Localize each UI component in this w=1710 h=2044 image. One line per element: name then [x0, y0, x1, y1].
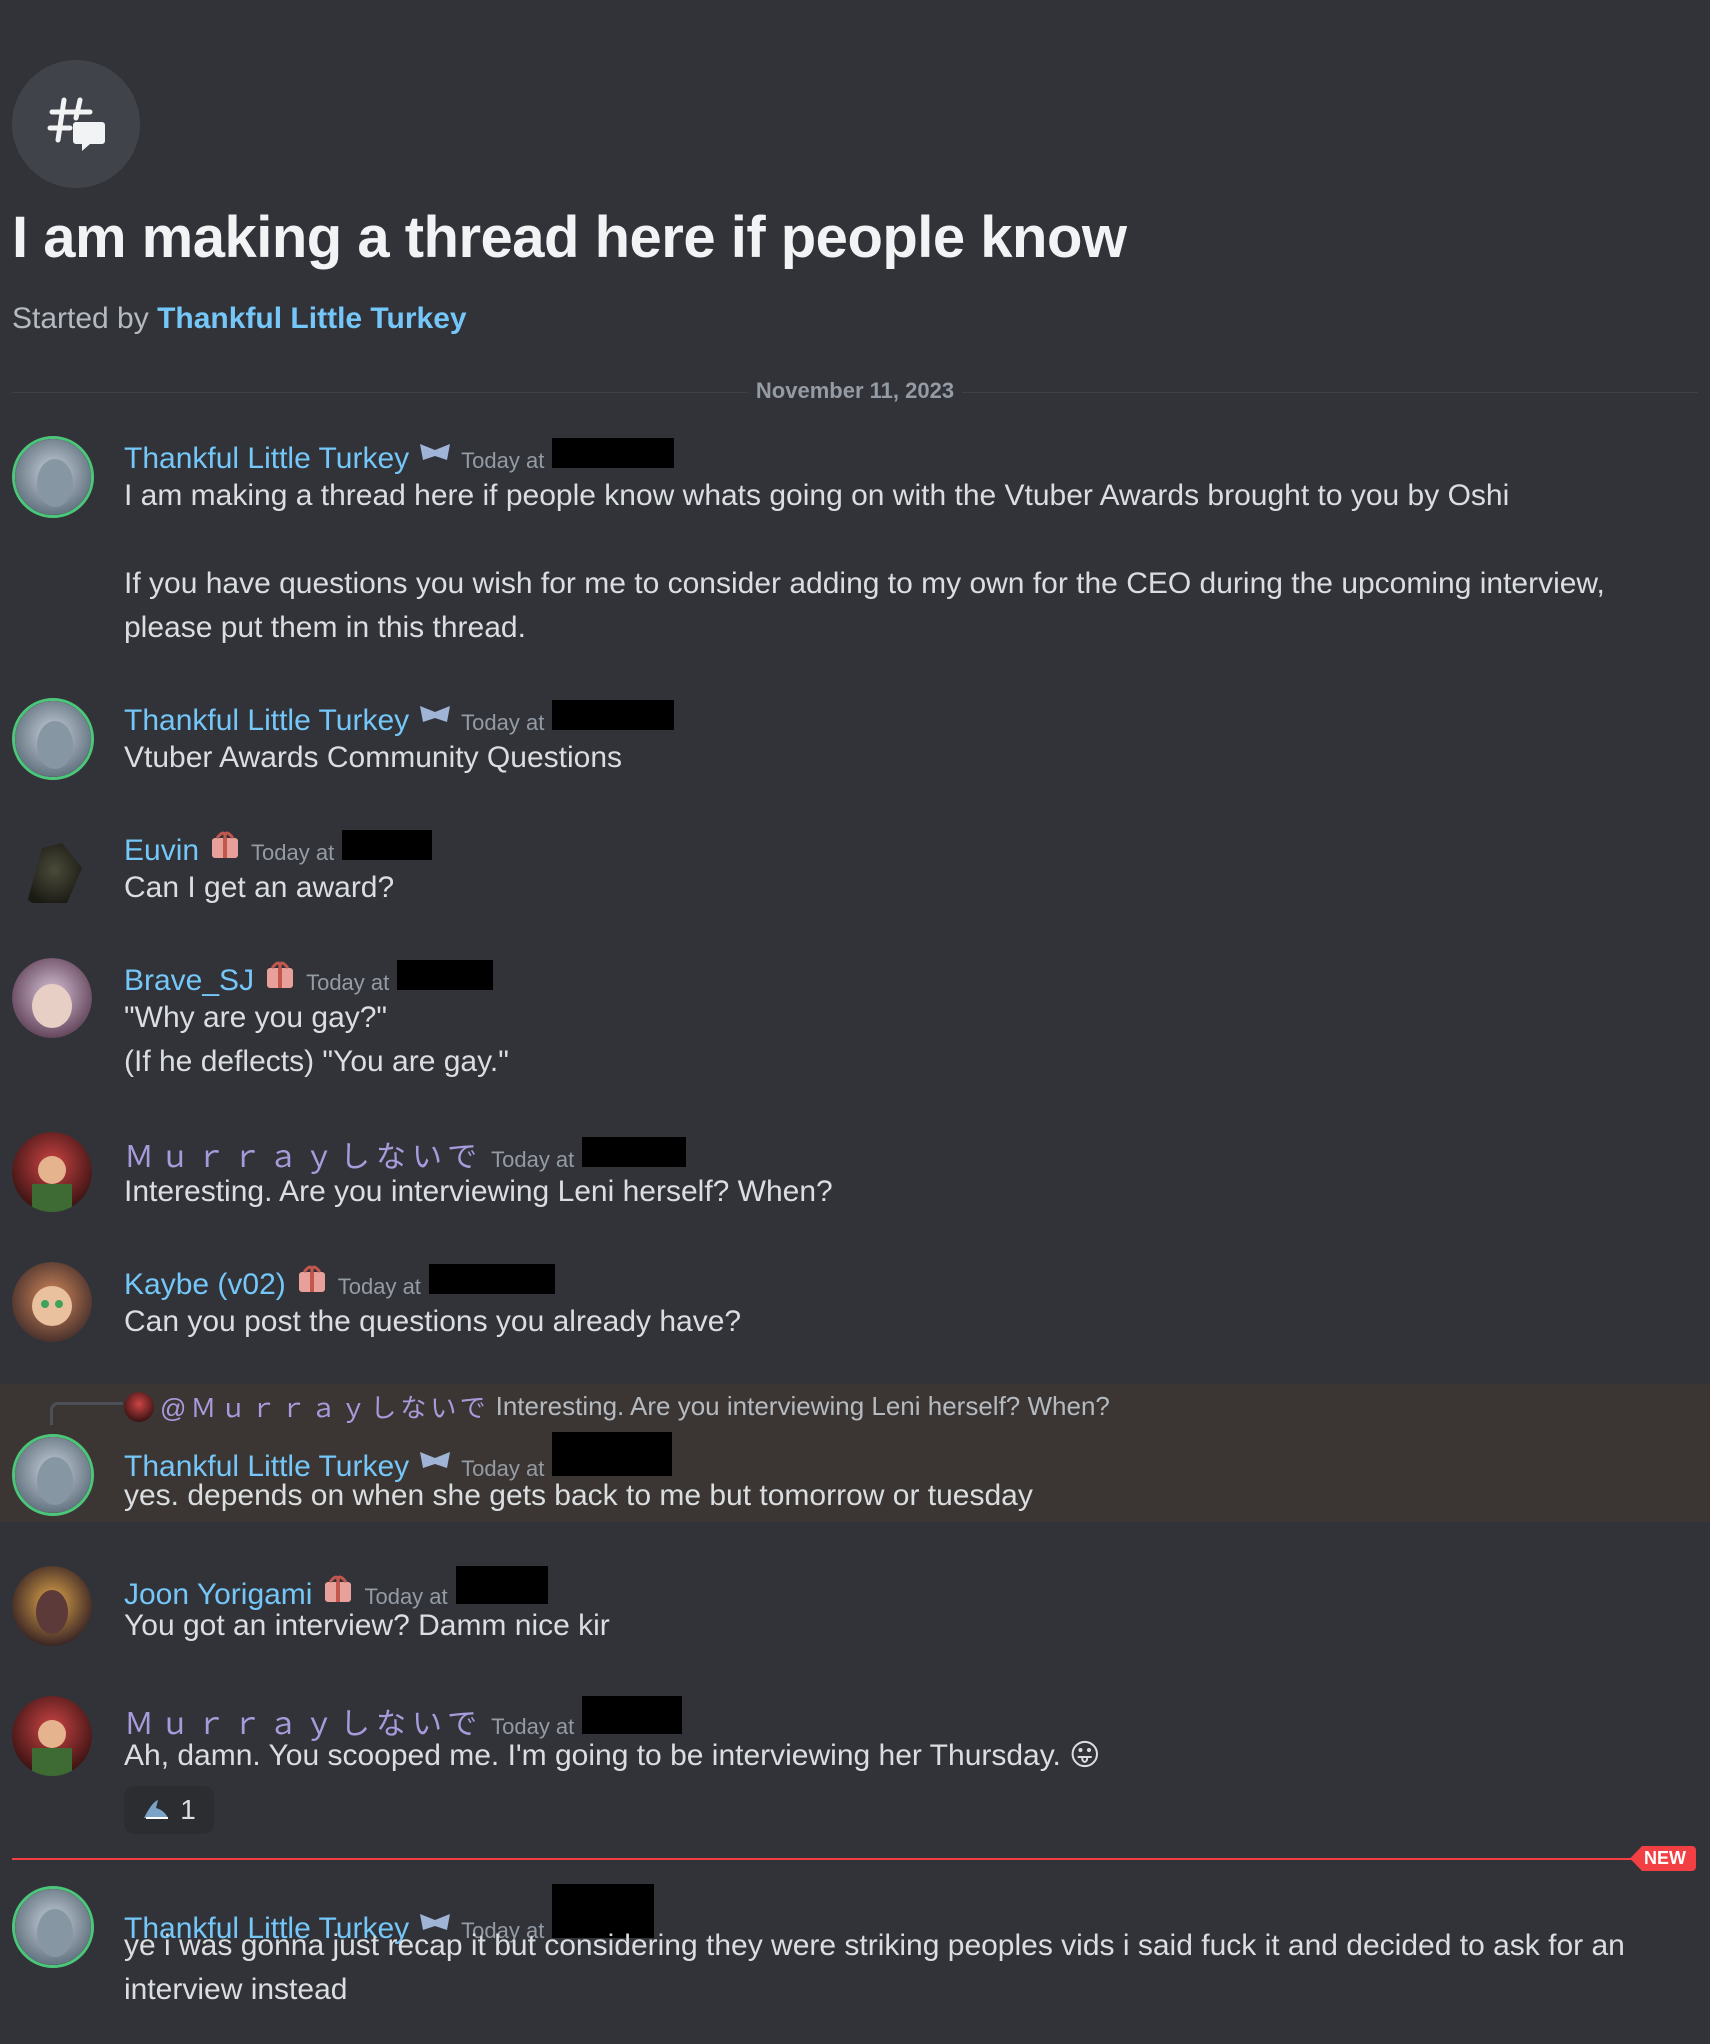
date-divider: November 11, 2023: [0, 378, 1710, 404]
gift-badge-icon: [325, 1575, 352, 1602]
message: Kaybe (v02) Today at Can you post the qu…: [0, 1254, 1710, 1354]
message-line: [124, 518, 1650, 562]
avatar[interactable]: [12, 1262, 92, 1342]
redacted-time: [455, 1566, 548, 1604]
message-line: "Why are you gay?": [124, 1001, 388, 1034]
message-line: Can I get an award?: [124, 871, 395, 904]
thread-title: I am making a thread here if people know: [12, 205, 1127, 270]
started-by-author[interactable]: Thankful Little Turkey: [157, 302, 466, 335]
mask-badge-icon: [420, 1452, 451, 1468]
message-line: I am making a thread here if people know…: [124, 479, 1510, 512]
message-line: If you have questions you wish for me to…: [124, 567, 1605, 644]
reply-reference[interactable]: @Ｍｕｒｒａｙしないで Interesting. Are you intervi…: [124, 1388, 1110, 1425]
username[interactable]: Thankful Little Turkey: [124, 704, 409, 738]
avatar[interactable]: [12, 1132, 92, 1212]
message-highlighted: @Ｍｕｒｒａｙしないで Interesting. Are you intervi…: [0, 1384, 1710, 1522]
thread-started-by: Started by Thankful Little Turkey: [12, 302, 467, 336]
mask-badge-icon: [420, 706, 451, 722]
message-line: Interesting. Are you interviewing Leni h…: [124, 1175, 833, 1208]
timestamp: Today at: [306, 970, 390, 995]
started-by-label: Started by: [12, 302, 149, 335]
avatar[interactable]: [12, 1434, 94, 1516]
timestamp: Today at: [337, 1274, 421, 1299]
message: Ｍｕｒｒａｙしないで Today at Interesting. Are you…: [0, 1124, 1710, 1224]
message-body: You got an interview? Damm nice kir: [124, 1604, 1650, 1648]
reaction-button[interactable]: 1: [124, 1786, 214, 1834]
redacted-time: [552, 438, 675, 468]
avatar[interactable]: [12, 698, 94, 780]
redacted-time: [582, 1696, 683, 1734]
avatar[interactable]: [12, 1886, 94, 1968]
gift-badge-icon: [267, 961, 294, 988]
message-body: I am making a thread here if people know…: [124, 474, 1650, 650]
message: Ｍｕｒｒａｙしないで Today at Ah, damn. You scoope…: [0, 1692, 1710, 1834]
message-line: You got an interview? Damm nice kir: [124, 1609, 610, 1642]
mask-badge-icon: [420, 444, 451, 460]
message-line: yes. depends on when she gets back to me…: [124, 1479, 1033, 1512]
message-line: Can you post the questions you already h…: [124, 1305, 742, 1338]
username[interactable]: Kaybe (v02): [124, 1268, 286, 1302]
message: Euvin Today at Can I get an award?: [0, 820, 1710, 920]
thread-hash-icon: [12, 60, 140, 188]
message: Thankful Little Turkey Today at I am mak…: [0, 428, 1710, 658]
username[interactable]: Thankful Little Turkey: [124, 442, 409, 476]
username[interactable]: Brave_SJ: [124, 964, 254, 998]
avatar[interactable]: [12, 436, 94, 518]
shark-emoji-icon: [144, 1800, 169, 1819]
reaction-count: 1: [180, 1794, 196, 1825]
avatar[interactable]: [12, 1566, 92, 1646]
timestamp: Today at: [251, 840, 335, 865]
message-body: Vtuber Awards Community Questions: [124, 736, 1650, 780]
avatar[interactable]: [12, 958, 92, 1038]
message: Brave_SJ Today at "Why are you gay?" (If…: [0, 950, 1710, 1090]
redacted-time: [342, 830, 433, 860]
username[interactable]: Euvin: [124, 834, 199, 868]
timestamp: Today at: [461, 710, 545, 735]
message-line: Ah, damn. You scooped me. I'm going to b…: [124, 1739, 1101, 1772]
avatar[interactable]: [12, 1696, 92, 1776]
reply-connector: [50, 1402, 123, 1425]
timestamp: Today at: [461, 448, 545, 473]
redacted-time: [428, 1264, 555, 1294]
reply-avatar: [124, 1391, 154, 1422]
redacted-time: [552, 700, 675, 730]
message-line: ye i was gonna just recap it but conside…: [124, 1929, 1625, 2006]
message-body: Interesting. Are you interviewing Leni h…: [124, 1170, 1650, 1214]
message-body: Can you post the questions you already h…: [124, 1300, 1650, 1344]
message-body: ye i was gonna just recap it but conside…: [124, 1924, 1650, 2012]
message-body: yes. depends on when she gets back to me…: [124, 1474, 1650, 1518]
new-messages-divider: [12, 1858, 1682, 1860]
reply-mention[interactable]: @Ｍｕｒｒａｙしないで: [160, 1388, 490, 1425]
message: Joon Yorigami Today at You got an interv…: [0, 1562, 1710, 1662]
message-body: Ah, damn. You scooped me. I'm going to b…: [124, 1734, 1650, 1778]
gift-badge-icon: [298, 1265, 325, 1292]
reply-text: Interesting. Are you interviewing Leni h…: [495, 1391, 1110, 1421]
date-divider-label: November 11, 2023: [747, 378, 963, 403]
avatar[interactable]: [12, 828, 92, 908]
message-line: (If he deflects) "You are gay.": [124, 1045, 509, 1078]
new-badge: NEW: [1630, 1846, 1696, 1871]
redacted-time: [582, 1137, 687, 1167]
message: Thankful Little Turkey Today at Vtuber A…: [0, 690, 1710, 790]
redacted-time: [552, 1432, 673, 1476]
message: Thankful Little Turkey Today at ye i was…: [0, 1878, 1710, 2028]
message-body: Can I get an award?: [124, 866, 1650, 910]
message-body: "Why are you gay?" (If he deflects) "You…: [124, 996, 1650, 1084]
gift-badge-icon: [212, 831, 239, 858]
message-line: Vtuber Awards Community Questions: [124, 741, 623, 774]
redacted-time: [397, 960, 494, 990]
